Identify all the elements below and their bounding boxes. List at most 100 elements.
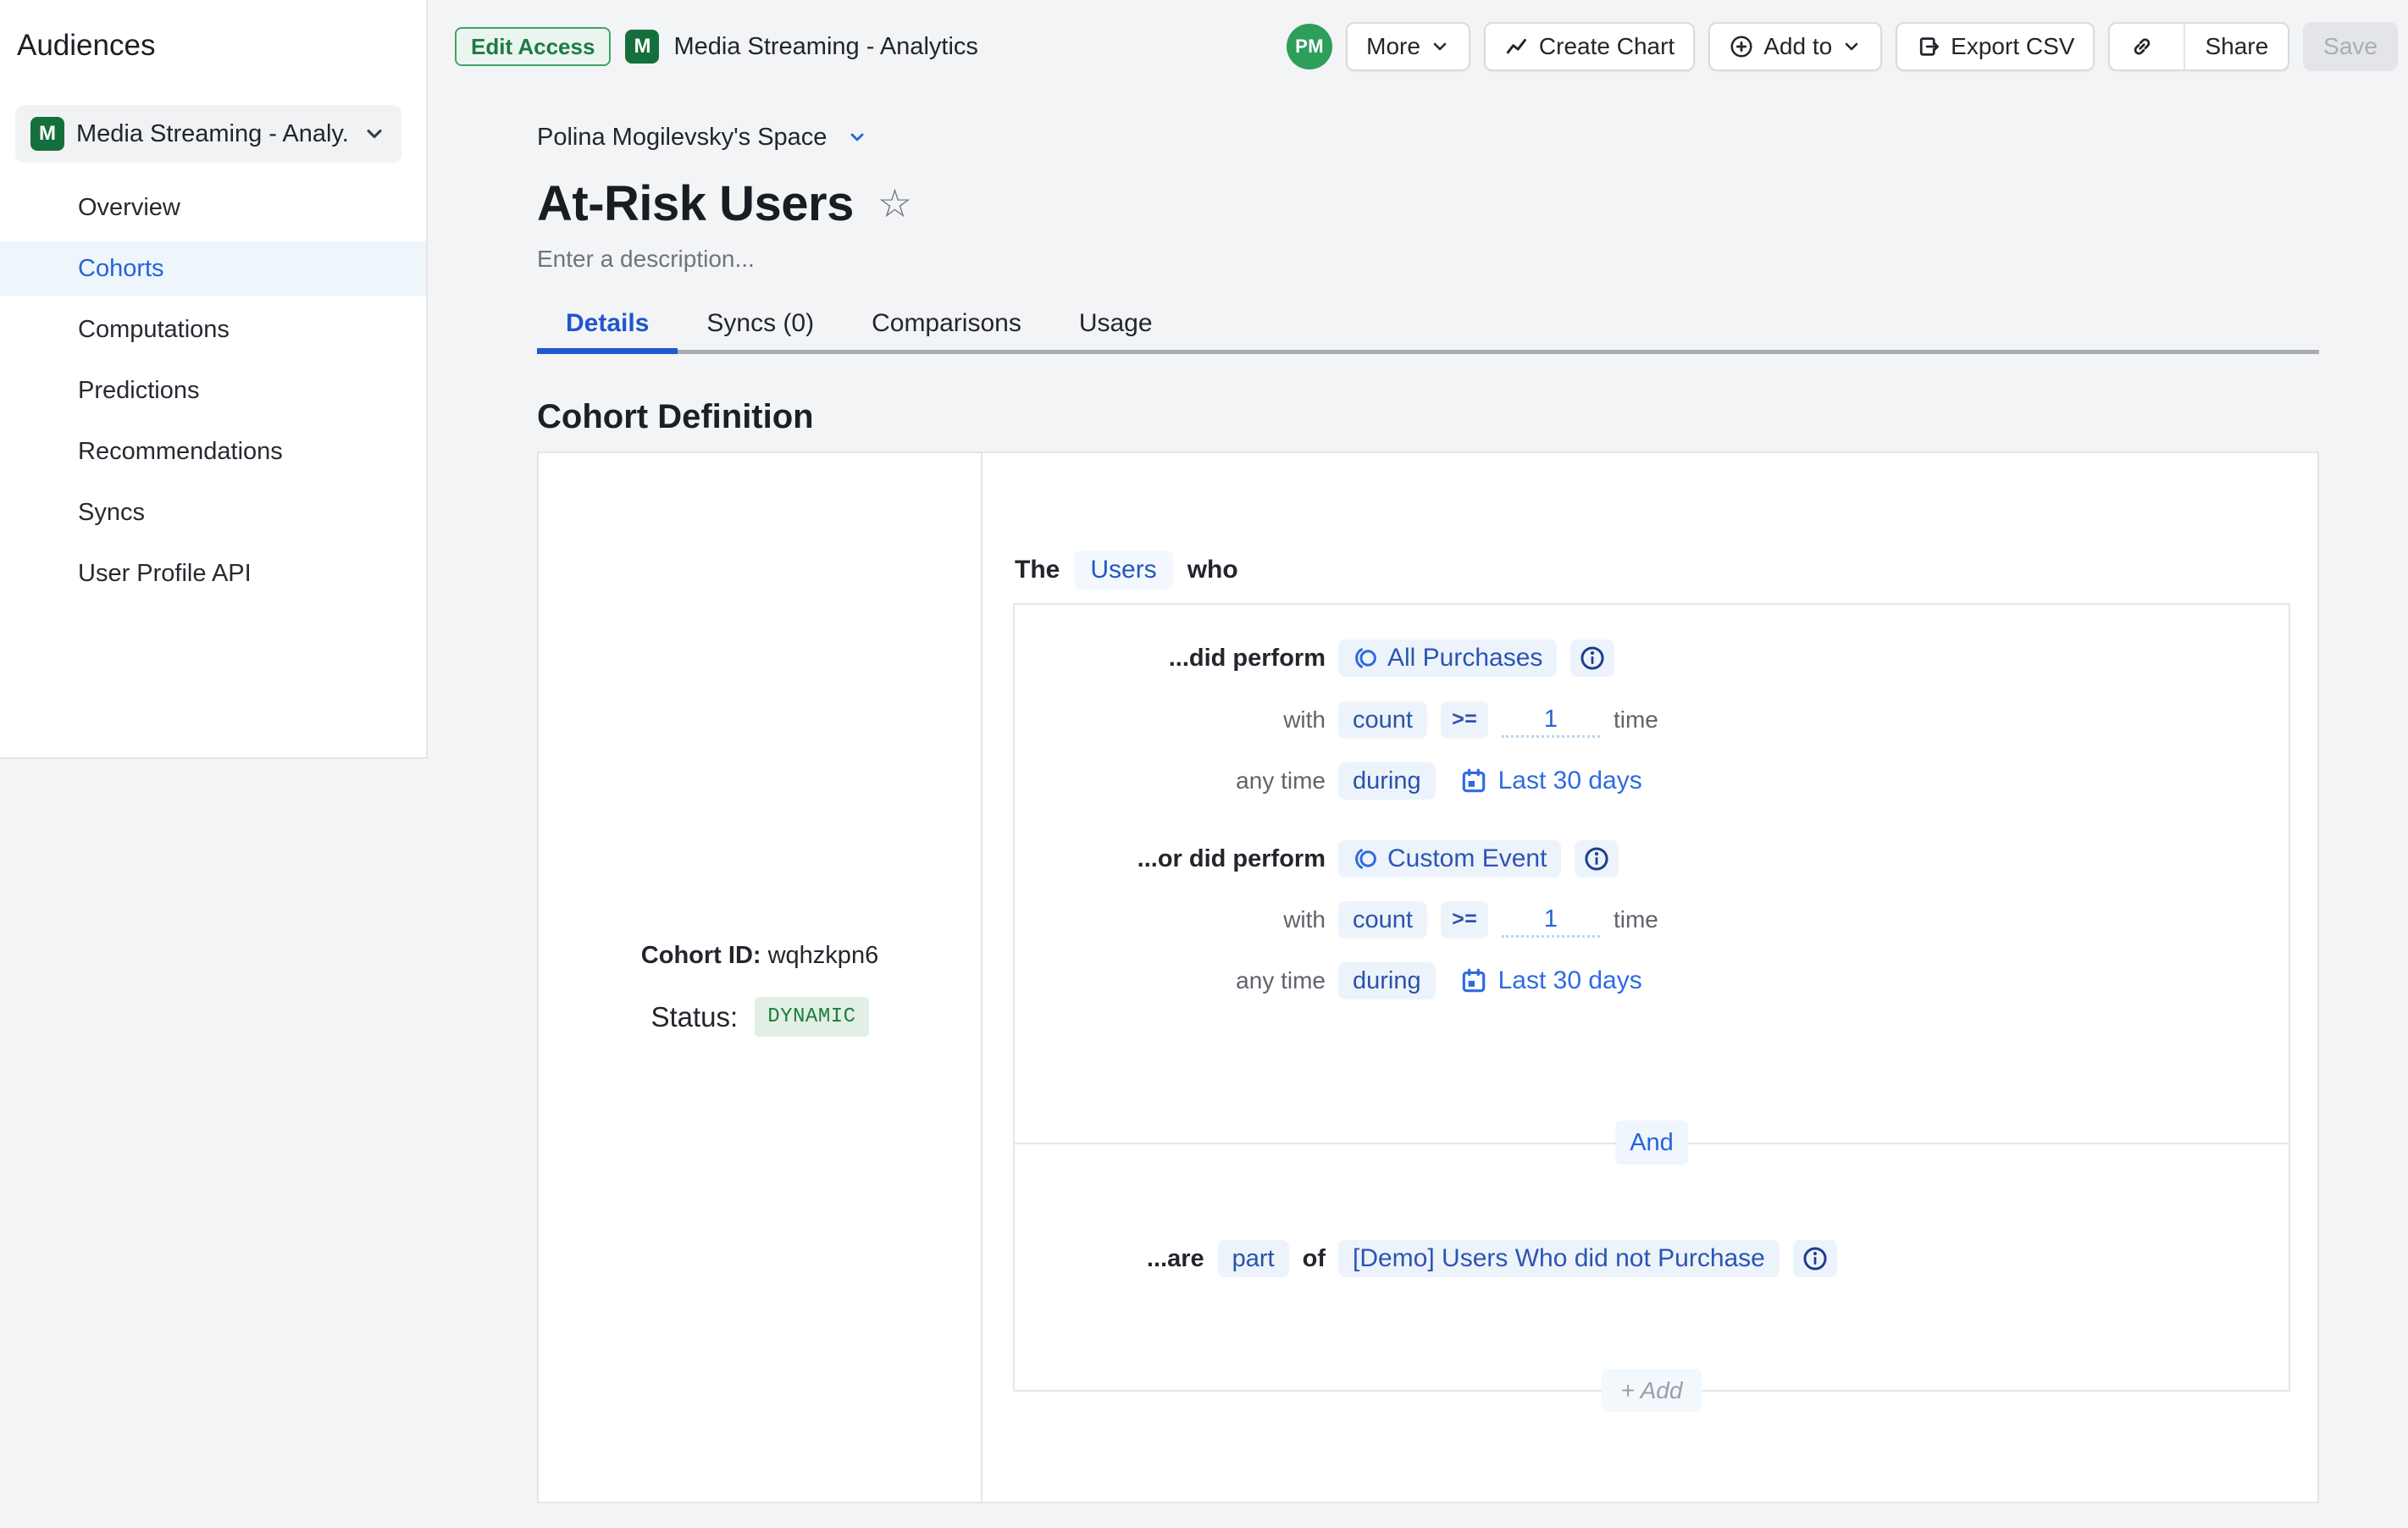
tab-usage[interactable]: Usage	[1050, 296, 1182, 350]
info-icon[interactable]	[1575, 840, 1619, 877]
sidebar-nav: Overview Cohorts Computations Prediction…	[0, 180, 426, 607]
space-name: Polina Mogilevsky's Space	[537, 124, 827, 152]
page-title[interactable]: At-Risk Users	[537, 175, 854, 232]
export-csv-label: Export CSV	[1951, 33, 2074, 60]
avatar[interactable]: PM	[1287, 24, 1332, 69]
space-selector[interactable]: Polina Mogilevsky's Space	[537, 119, 867, 156]
status-badge: DYNAMIC	[755, 997, 868, 1037]
more-label: More	[1366, 33, 1420, 60]
clause-prefix: ...or did perform	[1138, 845, 1326, 873]
chevron-down-icon	[847, 127, 867, 147]
top-bar-actions: PM More Create Chart Add to	[1287, 0, 2398, 93]
tab-syncs[interactable]: Syncs (0)	[678, 296, 843, 350]
event-icon	[1353, 645, 1378, 671]
tab-comparisons[interactable]: Comparisons	[843, 296, 1050, 350]
copy-link-button[interactable]	[2110, 24, 2174, 69]
count-pill[interactable]: count	[1338, 901, 1427, 938]
event-pill[interactable]: All Purchases	[1338, 639, 1557, 677]
info-icon[interactable]	[1570, 639, 1614, 677]
add-to-label: Add to	[1763, 33, 1832, 60]
behavior-section: ...did perform All Purchases	[1015, 605, 2289, 1143]
sidebar-item-syncs[interactable]: Syncs	[0, 485, 426, 540]
anytime-label: any time	[1236, 967, 1326, 994]
tab-bar: Details Syncs (0) Comparisons Usage	[537, 296, 2319, 354]
tab-details[interactable]: Details	[537, 296, 678, 350]
part-pill[interactable]: part	[1218, 1240, 1289, 1277]
edit-access-badge[interactable]: Edit Access	[455, 27, 611, 66]
count-value-input[interactable]: 1	[1502, 902, 1600, 938]
and-connector[interactable]: And	[1615, 1121, 1688, 1165]
top-bar-left: Edit Access M Media Streaming - Analytic…	[455, 0, 978, 93]
cohort-id-value: wqhzkpn6	[768, 942, 879, 969]
add-to-button[interactable]: Add to	[1708, 22, 1882, 71]
sidebar-title: Audiences	[17, 29, 155, 63]
info-icon[interactable]	[1793, 1240, 1837, 1277]
count-pill[interactable]: count	[1338, 701, 1427, 739]
plus-circle-icon	[1729, 34, 1754, 59]
event-pill[interactable]: Custom Event	[1338, 840, 1561, 877]
sidebar-item-computations[interactable]: Computations	[0, 302, 426, 357]
event-icon	[1353, 846, 1378, 872]
the-label: The	[1015, 556, 1060, 584]
chevron-down-icon	[1430, 36, 1450, 57]
sidebar: Audiences M Media Streaming - Analy... O…	[0, 0, 428, 759]
event-name: Custom Event	[1387, 844, 1547, 873]
membership-section: And ...are part of [Demo] Users Who did …	[1015, 1143, 2289, 1388]
export-csv-button[interactable]: Export CSV	[1896, 22, 2095, 71]
who-label: who	[1187, 556, 1238, 584]
save-button[interactable]: Save	[2303, 22, 2398, 71]
sidebar-item-recommendations[interactable]: Recommendations	[0, 424, 426, 479]
export-icon	[1916, 34, 1941, 59]
event-name: All Purchases	[1387, 644, 1542, 673]
link-icon	[2129, 34, 2155, 59]
more-button[interactable]: More	[1346, 22, 1470, 71]
time-label: time	[1614, 706, 1658, 734]
create-chart-button[interactable]: Create Chart	[1484, 22, 1695, 71]
cohort-definition-card: Cohort ID: wqhzkpn6 Status: DYNAMIC The …	[537, 451, 2319, 1503]
condition-box: ...did perform All Purchases	[1013, 603, 2290, 1392]
clause-prefix: ...did perform	[1169, 645, 1326, 673]
chevron-down-icon	[363, 122, 386, 146]
sidebar-item-overview[interactable]: Overview	[0, 180, 426, 235]
subject-row: The Users who	[1015, 551, 1238, 590]
workspace-name: Media Streaming - Analy...	[76, 120, 351, 148]
create-chart-label: Create Chart	[1539, 33, 1675, 60]
chevron-down-icon	[1841, 36, 1862, 57]
sidebar-item-user-profile-api[interactable]: User Profile API	[0, 546, 426, 601]
during-pill[interactable]: during	[1338, 962, 1436, 999]
are-label: ...are	[1147, 1245, 1204, 1273]
share-button[interactable]: Share	[2184, 24, 2288, 69]
anytime-label: any time	[1236, 767, 1326, 794]
workspace-selector[interactable]: M Media Streaming - Analy...	[15, 105, 401, 163]
of-label: of	[1303, 1245, 1326, 1273]
operator-pill[interactable]: >=	[1441, 901, 1488, 938]
date-range-link[interactable]: Last 30 days	[1459, 767, 1642, 795]
share-split-button: Share	[2108, 22, 2289, 71]
sidebar-item-cohorts[interactable]: Cohorts	[0, 241, 426, 296]
cohort-builder-panel: The Users who ...did perform All Purchas…	[983, 453, 2317, 1502]
date-range-label: Last 30 days	[1498, 767, 1642, 795]
operator-pill[interactable]: >=	[1441, 701, 1488, 739]
count-value-input[interactable]: 1	[1502, 702, 1600, 738]
with-label: with	[1283, 706, 1326, 734]
sidebar-item-predictions[interactable]: Predictions	[0, 363, 426, 418]
section-heading: Cohort Definition	[537, 398, 814, 436]
description-placeholder[interactable]: Enter a description...	[537, 246, 755, 273]
add-condition-button[interactable]: + Add	[1602, 1369, 1702, 1412]
date-range-label: Last 30 days	[1498, 966, 1642, 995]
cohort-pill[interactable]: [Demo] Users Who did not Purchase	[1338, 1240, 1780, 1277]
calendar-icon	[1459, 966, 1488, 995]
calendar-icon	[1459, 767, 1488, 795]
date-range-link[interactable]: Last 30 days	[1459, 966, 1642, 995]
during-pill[interactable]: during	[1338, 762, 1436, 800]
status-label: Status:	[650, 1001, 738, 1033]
subject-pill[interactable]: Users	[1074, 551, 1172, 590]
cohort-id-label: Cohort ID:	[641, 942, 761, 969]
workspace-badge: M	[30, 117, 64, 151]
title-row: At-Risk Users ☆	[537, 176, 912, 230]
project-name: Media Streaming - Analytics	[673, 33, 977, 61]
project-badge: M	[625, 30, 659, 64]
top-bar: Edit Access M Media Streaming - Analytic…	[428, 0, 2408, 93]
star-icon[interactable]: ☆	[877, 184, 912, 223]
with-label: with	[1283, 906, 1326, 933]
